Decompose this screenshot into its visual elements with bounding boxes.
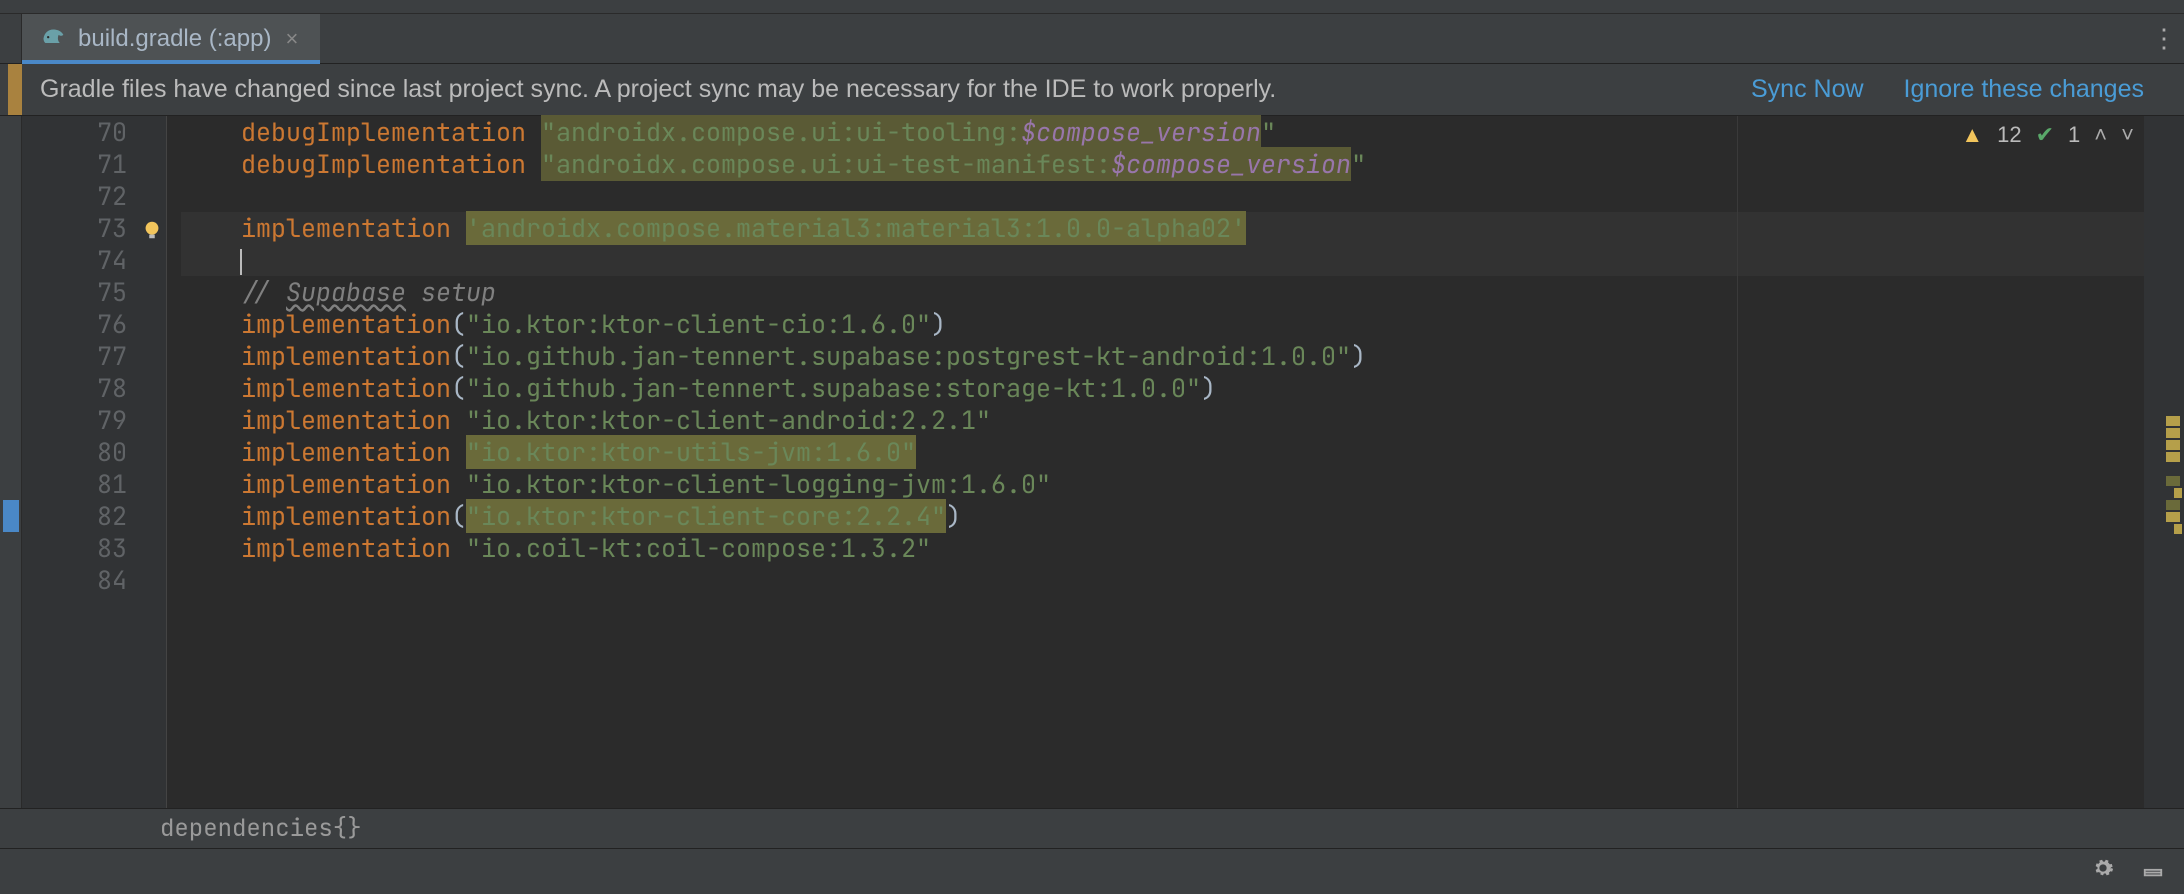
warning-stripe[interactable] bbox=[2166, 476, 2180, 486]
close-tab-icon[interactable]: × bbox=[281, 26, 302, 52]
code-line[interactable]: implementation "io.ktor:ktor-client-andr… bbox=[181, 404, 2144, 436]
code-line[interactable]: // Supabase setup bbox=[181, 276, 2144, 308]
icon-gutter bbox=[137, 116, 167, 808]
code-area[interactable]: debugImplementation "androidx.compose.ui… bbox=[167, 116, 2144, 808]
warning-stripe[interactable] bbox=[2166, 416, 2180, 426]
status-bar bbox=[0, 848, 2184, 894]
code-line[interactable]: implementation("io.ktor:ktor-client-cio:… bbox=[181, 308, 2144, 340]
banner-message: Gradle files have changed since last pro… bbox=[40, 75, 1276, 104]
code-line[interactable] bbox=[181, 180, 2144, 212]
right-margin-line bbox=[1737, 116, 1738, 808]
line-number[interactable]: 73 bbox=[22, 212, 127, 244]
line-number[interactable]: 71 bbox=[22, 148, 127, 180]
warning-stripe[interactable] bbox=[2166, 440, 2180, 450]
warning-stripe[interactable] bbox=[2166, 452, 2180, 462]
breadcrumb-item[interactable]: dependencies{} bbox=[160, 813, 362, 844]
line-number[interactable]: 80 bbox=[22, 436, 127, 468]
line-number-gutter[interactable]: 70 71 72 73 74 75 76 77 78 79 80 81 82 8… bbox=[22, 116, 137, 808]
line-number[interactable]: 81 bbox=[22, 468, 127, 500]
editor-tab-label: build.gradle (:app) bbox=[78, 25, 271, 53]
left-tool-stripe bbox=[0, 14, 22, 63]
code-line[interactable]: implementation "io.ktor:ktor-client-logg… bbox=[181, 468, 2144, 500]
change-marker bbox=[3, 500, 19, 532]
inspections-widget[interactable]: ▲ 12 ✔ 1 ˄ ˅ bbox=[1961, 122, 2134, 148]
code-line[interactable] bbox=[181, 564, 2144, 596]
code-line[interactable]: debugImplementation "androidx.compose.ui… bbox=[181, 148, 2144, 180]
banner-accent bbox=[8, 64, 22, 115]
code-line[interactable]: implementation "io.ktor:ktor-utils-jvm:1… bbox=[181, 436, 2144, 468]
warning-stripe[interactable] bbox=[2166, 512, 2180, 522]
warning-stripe[interactable] bbox=[2174, 488, 2182, 498]
code-line[interactable] bbox=[181, 244, 2144, 276]
intention-bulb-icon[interactable] bbox=[141, 216, 163, 238]
ignore-changes-link[interactable]: Ignore these changes bbox=[1904, 75, 2144, 104]
prev-highlight-icon[interactable]: ˄ bbox=[2094, 122, 2107, 148]
sync-now-link[interactable]: Sync Now bbox=[1751, 75, 1864, 104]
line-number[interactable]: 72 bbox=[22, 180, 127, 212]
ok-count: 1 bbox=[2068, 122, 2080, 148]
warning-stripe[interactable] bbox=[2174, 524, 2182, 534]
hide-tool-window-icon[interactable] bbox=[2142, 857, 2164, 886]
code-line[interactable]: implementation "io.coil-kt:coil-compose:… bbox=[181, 532, 2144, 564]
warning-triangle-icon: ▲ bbox=[1961, 122, 1983, 148]
warning-stripe[interactable] bbox=[2166, 428, 2180, 438]
line-number[interactable]: 77 bbox=[22, 340, 127, 372]
line-number[interactable]: 70 bbox=[22, 116, 127, 148]
breadcrumb-bar[interactable]: dependencies{} bbox=[0, 808, 2184, 848]
line-number[interactable]: 84 bbox=[22, 564, 127, 596]
next-highlight-icon[interactable]: ˅ bbox=[2121, 122, 2134, 148]
left-tool-column bbox=[0, 116, 22, 808]
line-number[interactable]: 82 bbox=[22, 500, 127, 532]
line-number[interactable]: 83 bbox=[22, 532, 127, 564]
text-caret bbox=[240, 249, 242, 275]
code-line[interactable]: debugImplementation "androidx.compose.ui… bbox=[181, 116, 2144, 148]
editor-tab-build-gradle[interactable]: build.gradle (:app) × bbox=[22, 14, 320, 63]
editor-tab-row: build.gradle (:app) × ⋮ bbox=[0, 14, 2184, 64]
line-number[interactable]: 78 bbox=[22, 372, 127, 404]
sync-banner: Gradle files have changed since last pro… bbox=[0, 64, 2184, 116]
warning-stripe[interactable] bbox=[2166, 500, 2180, 510]
code-editor[interactable]: 70 71 72 73 74 75 76 77 78 79 80 81 82 8… bbox=[0, 116, 2184, 808]
code-line[interactable]: implementation("io.github.jan-tennert.su… bbox=[181, 340, 2144, 372]
line-number[interactable]: 74 bbox=[22, 244, 127, 276]
gradle-elephant-icon bbox=[40, 22, 68, 55]
top-bar bbox=[0, 0, 2184, 14]
line-number[interactable]: 75 bbox=[22, 276, 127, 308]
error-stripe[interactable] bbox=[2144, 116, 2184, 808]
warning-count: 12 bbox=[1997, 122, 2021, 148]
code-line[interactable]: implementation("io.ktor:ktor-client-core… bbox=[181, 500, 2144, 532]
tab-options-kebab-icon[interactable]: ⋮ bbox=[2144, 14, 2184, 63]
code-line[interactable]: implementation("io.github.jan-tennert.su… bbox=[181, 372, 2144, 404]
line-number[interactable]: 76 bbox=[22, 308, 127, 340]
code-line[interactable]: implementation 'androidx.compose.materia… bbox=[181, 212, 2144, 244]
settings-gear-icon[interactable] bbox=[2092, 857, 2114, 886]
checkmark-icon: ✔ bbox=[2036, 122, 2054, 148]
line-number[interactable]: 79 bbox=[22, 404, 127, 436]
